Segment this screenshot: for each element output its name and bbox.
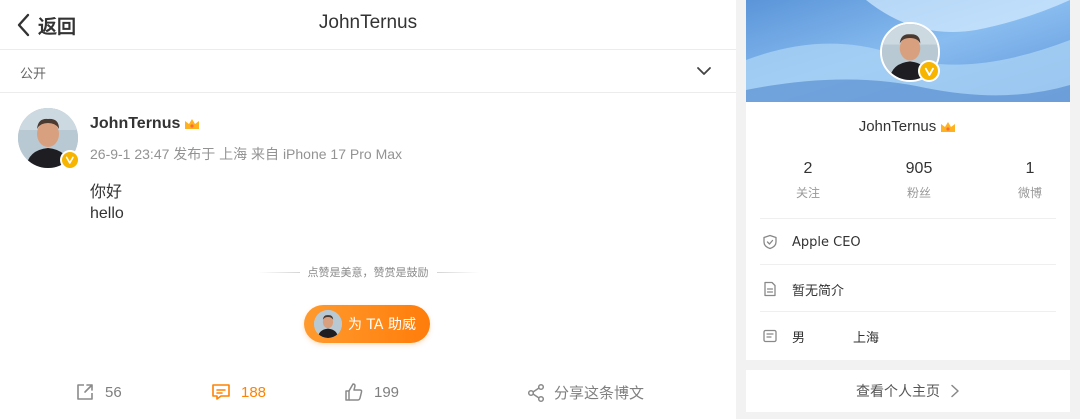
location-text: 上海 [853, 330, 880, 346]
document-icon [764, 281, 776, 297]
like-button[interactable]: 199 [344, 382, 399, 402]
crown-icon [941, 121, 956, 132]
top-nav-bar: 返回 JohnTernus [0, 0, 736, 50]
stat-following-label: 关注 [795, 186, 820, 200]
post-action-bar: 56 188 199 分享这条博文 [0, 372, 736, 412]
thumbs-up-icon [345, 383, 363, 401]
tip-divider-right [436, 271, 479, 273]
post-author-name-text: JohnTernus [90, 115, 181, 132]
profile-card: JohnTernus 2 关注 905 粉丝 1 微博 Apple CEO 暂无… [746, 0, 1070, 360]
stat-posts-label: 微博 [1017, 186, 1042, 200]
verified-badge-icon [60, 150, 80, 170]
stat-followers[interactable]: 905 粉丝 [879, 160, 959, 201]
post-detail-panel: 返回 JohnTernus 公开 JohnTernus 26-9-1 23:47… [0, 0, 736, 419]
verified-title-text: Apple CEO [792, 234, 861, 250]
info-bio: 暂无简介 [762, 279, 1062, 299]
crown-icon [185, 119, 200, 129]
info-verified-title: Apple CEO [762, 232, 1062, 252]
stat-following-value: 2 [803, 160, 813, 177]
page-title: JohnTernus [318, 12, 418, 33]
post-author-name[interactable]: JohnTernus [90, 115, 201, 133]
stat-followers-label: 粉丝 [906, 186, 931, 200]
stat-following[interactable]: 2 关注 [768, 160, 848, 201]
stat-posts-value: 1 [1025, 160, 1035, 177]
tip-divider-left [257, 271, 300, 273]
id-card-icon [763, 329, 777, 343]
reward-tip-text: 点赞是美意，赞赏是鼓励 [307, 266, 429, 279]
chevron-down-icon[interactable] [696, 65, 712, 77]
reward-tip: 点赞是美意，赞赏是鼓励 [240, 262, 496, 282]
chevron-right-icon [951, 384, 959, 398]
view-homepage-label: 查看个人主页 [856, 384, 940, 400]
cheer-button-label: 为 TA 助威 [348, 317, 416, 333]
shield-icon [763, 234, 777, 250]
comment-icon [212, 384, 230, 400]
share-button[interactable]: 分享这条博文 [526, 382, 644, 403]
comment-count: 188 [241, 383, 267, 401]
post-meta: 26-9-1 23:47 发布于 上海 来自 iPhone 17 Pro Max [90, 146, 403, 162]
comment-button[interactable]: 188 [211, 382, 266, 402]
cheer-button[interactable]: 为 TA 助威 [304, 305, 430, 343]
gender-text: 男 [792, 330, 806, 346]
bio-text: 暂无简介 [792, 283, 845, 299]
repost-icon [77, 384, 93, 400]
stat-followers-value: 905 [905, 160, 933, 177]
divider [760, 264, 1056, 265]
stat-posts[interactable]: 1 微博 [990, 160, 1070, 201]
profile-sidebar: JohnTernus 2 关注 905 粉丝 1 微博 Apple CEO 暂无… [736, 0, 1080, 419]
info-gender-location: 男 上海 [762, 326, 1062, 346]
repost-count: 56 [105, 383, 122, 401]
post-text-line-1: 你好 [90, 184, 123, 201]
visibility-label: 公开 [20, 67, 47, 82]
divider [760, 311, 1056, 312]
view-homepage-button[interactable]: 查看个人主页 [746, 370, 1070, 412]
share-icon [527, 383, 545, 402]
cheer-avatar [314, 310, 342, 338]
divider [760, 218, 1056, 219]
profile-verified-badge-icon [918, 60, 940, 82]
visibility-selector[interactable]: 公开 [0, 51, 736, 93]
post-text-line-2: hello [90, 205, 124, 222]
share-label: 分享这条博文 [554, 385, 645, 402]
repost-button[interactable]: 56 [75, 382, 122, 402]
like-count: 199 [374, 383, 400, 401]
profile-name-text: JohnTernus [858, 118, 937, 135]
profile-name: JohnTernus [746, 118, 1070, 135]
